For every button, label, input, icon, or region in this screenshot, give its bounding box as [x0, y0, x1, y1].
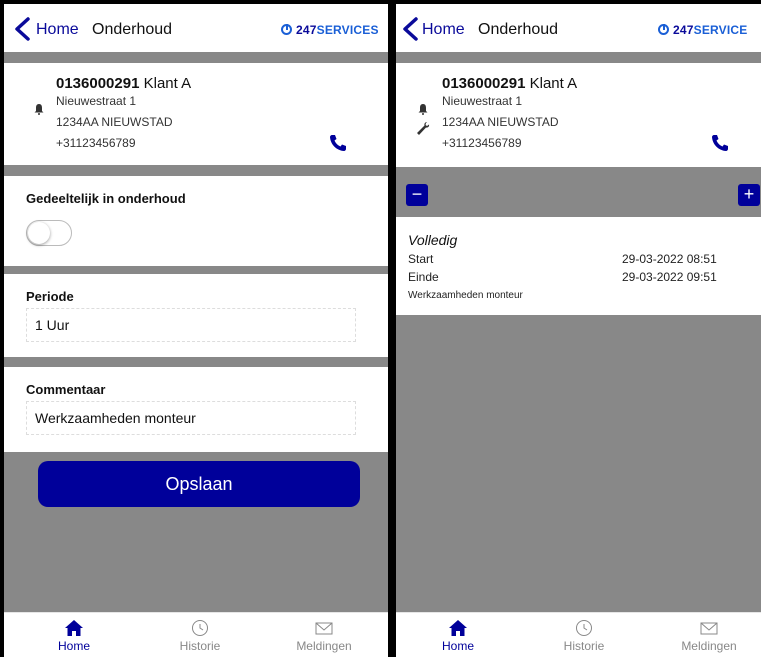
phone-icon[interactable]	[710, 133, 730, 153]
minus-button[interactable]: −	[406, 184, 428, 206]
page-title: Onderhoud	[92, 21, 173, 38]
tab-history[interactable]: Historie	[150, 619, 250, 653]
tab-bar: Home Historie Meldingen	[4, 612, 388, 657]
history-start-row: Start 29-03-2022 08:51	[408, 252, 761, 266]
period-label: Periode	[26, 289, 74, 304]
tab-notifications-label: Meldingen	[296, 639, 352, 653]
header: Home Onderhoud 247SERVICES	[4, 4, 388, 52]
partial-maintenance-toggle[interactable]	[26, 220, 72, 246]
header: Home Onderhoud 247SERVICE	[396, 4, 761, 52]
divider	[4, 357, 388, 367]
controls-bar: − +	[396, 167, 761, 217]
customer-zip-city: 1234AA NIEUWSTAD	[56, 115, 173, 129]
history-icon	[576, 620, 592, 636]
mail-icon	[315, 622, 333, 635]
end-value: 29-03-2022 09:51	[622, 270, 717, 284]
left-screen: Home Onderhoud 247SERVICES 0136000291 Kl…	[4, 4, 388, 657]
brand-prefix: 247	[673, 23, 694, 37]
home-link[interactable]: Home	[36, 21, 79, 39]
tab-history-label: Historie	[563, 639, 605, 653]
divider	[4, 266, 388, 274]
divider	[4, 165, 388, 176]
home-link[interactable]: Home	[422, 21, 465, 39]
history-note: Werkzaamheden monteur	[408, 290, 523, 301]
back-chevron-icon[interactable]	[12, 17, 34, 41]
tab-home-label: Home	[441, 639, 474, 653]
customer-card: 0136000291 Klant A Nieuwestraat 1 1234AA…	[4, 63, 388, 165]
brand-suffix: SERVICE	[693, 23, 748, 37]
home-icon	[449, 620, 467, 636]
start-label: Start	[408, 252, 434, 266]
comment-label: Commentaar	[26, 382, 106, 397]
tab-home[interactable]: Home	[24, 619, 124, 653]
history-type: Volledig	[408, 232, 458, 248]
page-title: Onderhoud	[478, 21, 559, 38]
logo-icon	[281, 24, 292, 35]
tab-home[interactable]: Home	[408, 619, 508, 653]
tab-bar: Home Historie Meldingen	[396, 612, 761, 657]
toggle-knob	[28, 222, 50, 244]
partial-maintenance-section: Gedeeltelijk in onderhoud	[4, 176, 388, 266]
end-label: Einde	[408, 270, 439, 284]
customer-name: Klant A	[143, 75, 192, 92]
start-value: 29-03-2022 08:51	[622, 252, 717, 266]
history-end-row: Einde 29-03-2022 09:51	[408, 270, 761, 284]
customer-street: Nieuwestraat 1	[442, 94, 523, 108]
tab-notifications-label: Meldingen	[681, 639, 737, 653]
partial-maintenance-label: Gedeeltelijk in onderhoud	[26, 191, 186, 206]
period-field[interactable]: 1 Uur	[26, 308, 356, 342]
customer-name: Klant A	[529, 75, 578, 92]
customer-number: 0136000291 Klant A	[56, 75, 192, 92]
customer-number: 0136000291 Klant A	[442, 75, 578, 92]
bell-icon	[418, 104, 428, 115]
comment-section: Commentaar Werkzaamheden monteur	[4, 367, 388, 452]
customer-street: Nieuwestraat 1	[56, 94, 137, 108]
customer-phone: +31123456789	[56, 136, 136, 150]
history-item[interactable]: Volledig Start 29-03-2022 08:51 Einde 29…	[396, 217, 761, 315]
tab-home-label: Home	[57, 639, 90, 653]
divider	[396, 52, 761, 63]
tab-history[interactable]: Historie	[534, 619, 634, 653]
tab-notifications[interactable]: Meldingen	[659, 619, 759, 653]
phone-icon[interactable]	[328, 133, 348, 153]
customer-zip-city: 1234AA NIEUWSTAD	[442, 115, 559, 129]
logo-icon	[658, 24, 669, 35]
history-icon	[192, 620, 208, 636]
home-icon	[65, 620, 83, 636]
divider	[4, 52, 388, 63]
period-section: Periode 1 Uur	[4, 274, 388, 357]
plus-button[interactable]: +	[738, 184, 760, 206]
tab-notifications[interactable]: Meldingen	[274, 619, 374, 653]
brand-logo: 247SERVICES	[281, 23, 379, 37]
back-chevron-icon[interactable]	[400, 17, 422, 41]
wrench-icon	[417, 122, 430, 135]
brand-suffix: SERVICES	[316, 23, 379, 37]
brand-prefix: 247	[296, 23, 317, 37]
brand-logo: 247SERVICE	[658, 23, 748, 37]
content-background	[396, 315, 761, 613]
right-screen: Home Onderhoud 247SERVICE 0136000291 Kla…	[396, 4, 761, 657]
customer-card: 0136000291 Klant A Nieuwestraat 1 1234AA…	[396, 63, 761, 167]
save-button[interactable]: Opslaan	[38, 461, 360, 507]
tab-history-label: Historie	[179, 639, 221, 653]
bell-icon	[34, 104, 44, 115]
customer-phone: +31123456789	[442, 136, 522, 150]
mail-icon	[700, 622, 718, 635]
comment-field[interactable]: Werkzaamheden monteur	[26, 401, 356, 435]
